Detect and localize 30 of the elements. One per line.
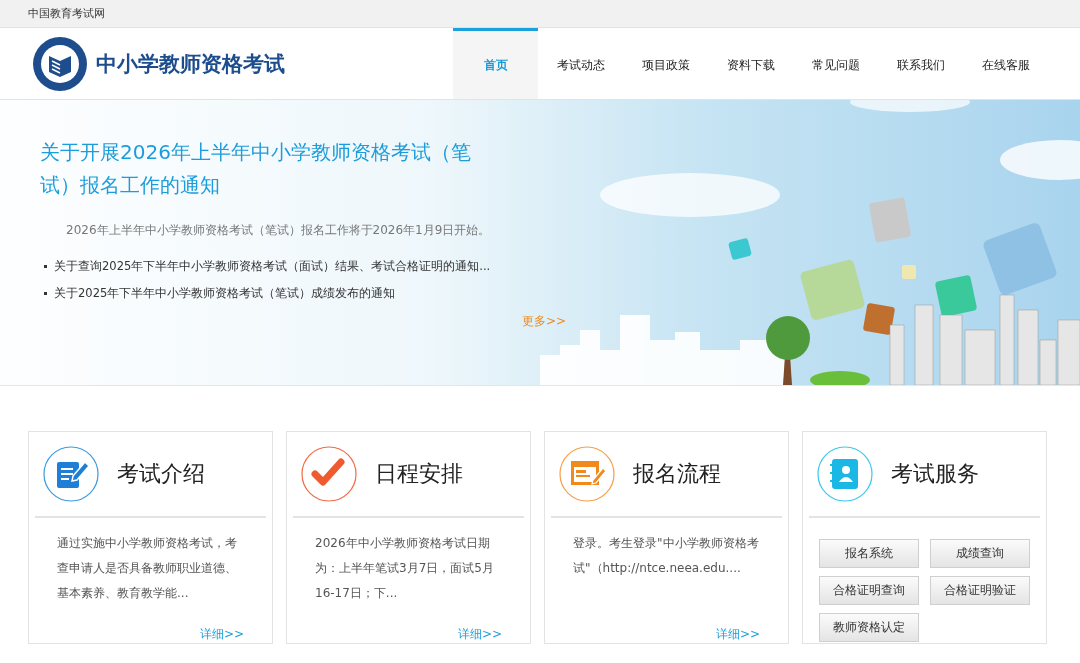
document-pencil-badge-icon [43,446,99,502]
nav-tab[interactable]: 常见问题 [793,28,878,99]
card-title: 考试介绍 [117,460,205,488]
nav-tab[interactable]: 考试动态 [538,28,623,99]
site-link[interactable]: 中国教育考试网 [28,6,105,21]
nav-tab[interactable]: 在线客服 [963,28,1048,99]
site-title: 中小学教师资格考试 [96,50,285,78]
summary-text: 2026年上半年中小学教师资格考试（笔试）报名工作将于2026年1月9日开始。 [66,222,492,239]
bullet-icon [44,292,47,295]
service-button[interactable]: 成绩查询 [930,539,1030,568]
card-description: 2026年中小学教师资格考试日期为：上半年笔试3月7日，面试5月16-17日；下... [314,535,495,602]
form-pencil-badge-icon [559,446,615,502]
nav-tab[interactable]: 联系我们 [878,28,963,99]
contact-book-badge-icon [817,446,873,502]
bullet-icon [44,265,47,268]
logo-icon [32,35,88,92]
nav-tab[interactable]: 资料下载 [708,28,793,99]
service-button[interactable]: 教师资格认定 [819,613,919,642]
card-description: 登录。考生登录"中小学教师资格考试"（http://ntce.neea.edu.... [572,535,760,577]
service-button[interactable]: 合格证明查询 [819,576,919,605]
card-title: 报名流程 [633,460,721,488]
checkmark-badge-icon [301,446,357,502]
news-link[interactable]: 关于查询2025年下半年中小学教师资格考试（面试）结果、考试合格证明的通知... [54,259,491,274]
service-button[interactable]: 报名系统 [819,539,919,568]
nav-tab[interactable]: 项目政策 [623,28,708,99]
card-description: 通过实施中小学教师资格考试，考查申请人是否具备教师职业道德、基本素养、教育教学能... [56,535,238,602]
card-title: 日程安排 [375,460,463,488]
service-button[interactable]: 合格证明验证 [930,576,1030,605]
card-title: 考试服务 [891,460,979,488]
news-link[interactable]: 关于2025年下半年中小学教师资格考试（笔试）成绩发布的通知 [54,286,396,301]
